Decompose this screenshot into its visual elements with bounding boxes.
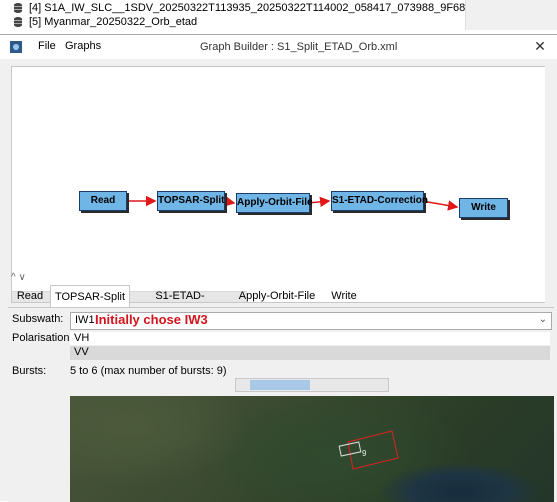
graph-edges	[126, 195, 459, 211]
app-icon	[10, 41, 22, 53]
polarisations-label: Polarisations:	[12, 332, 79, 344]
bursts-value: 5 to 6 (max number of bursts: 9)	[70, 365, 227, 377]
polarisation-item-vv[interactable]: VV	[70, 346, 550, 360]
node-write[interactable]: Write	[459, 198, 508, 218]
splitter-arrows[interactable]: ^ ∨	[11, 272, 26, 283]
product-list: [4] S1A_IW_SLC__1SDV_20250322T113935_202…	[0, 0, 557, 30]
annotation-text: Initially chose IW3	[95, 312, 208, 327]
menu-file[interactable]: File	[38, 40, 56, 52]
tab-apply-orbit-file[interactable]: Apply-Orbit-File	[236, 285, 318, 307]
topsar-split-panel: Subswath: IW1 Initially chose IW3 ⌄ Pola…	[8, 307, 554, 502]
map-overlay: 9	[338, 430, 399, 470]
world-map-preview[interactable]: 9	[70, 396, 554, 502]
graph-canvas[interactable]: Read TOPSAR-Split Apply-Orbit-File S1-ET…	[11, 66, 548, 303]
chevron-down-icon: ⌄	[538, 314, 547, 325]
product-list-background	[465, 0, 557, 30]
product-label: [4] S1A_IW_SLC__1SDV_20250322T113935_202…	[29, 1, 466, 14]
bursts-range-thumb[interactable]	[250, 380, 310, 390]
subswath-value: IW1	[75, 314, 95, 326]
product-item[interactable]: [4] S1A_IW_SLC__1SDV_20250322T113935_202…	[13, 1, 465, 14]
product-label: [5] Myanmar_20250322_Orb_etad	[29, 15, 198, 28]
canvas-vertical-scrollbar[interactable]	[545, 66, 555, 303]
node-apply-orbit-file[interactable]: Apply-Orbit-File	[236, 193, 313, 213]
tab-bar: Read TOPSAR-Split S1-ETAD-Correction App…	[8, 285, 554, 324]
tab-topsar-split[interactable]: TOPSAR-Split	[50, 285, 130, 308]
product-item[interactable]: [5] Myanmar_20250322_Orb_etad	[13, 15, 197, 28]
node-topsar-split[interactable]: TOPSAR-Split	[157, 191, 225, 211]
database-icon	[13, 2, 23, 13]
tab-write[interactable]: Write	[326, 285, 362, 307]
window-title: Graph Builder : S1_Split_ETAD_Orb.xml	[200, 41, 398, 53]
tab-s1-etad-correction[interactable]: S1-ETAD-Correction	[132, 285, 228, 324]
bursts-label: Bursts:	[12, 365, 47, 377]
close-icon[interactable]: ✕	[530, 37, 550, 55]
tab-read[interactable]: Read	[12, 285, 48, 307]
graph-builder-window: File Graphs Graph Builder : S1_Split_ETA…	[0, 34, 557, 502]
polarisation-item-vh[interactable]: VH	[70, 332, 550, 345]
node-s1-etad-correction[interactable]: S1-ETAD-Correction	[331, 191, 428, 211]
menu-graphs[interactable]: Graphs	[65, 40, 101, 52]
title-bar: File Graphs Graph Builder : S1_Split_ETA…	[0, 35, 557, 59]
subswath-select[interactable]: IW1 Initially chose IW3 ⌄	[70, 312, 552, 330]
map-marker-label: 9	[362, 449, 367, 458]
node-read[interactable]: Read	[79, 191, 127, 211]
bursts-range-slider[interactable]	[235, 378, 389, 392]
subswath-label: Subswath:	[12, 313, 64, 325]
database-icon	[13, 16, 23, 27]
